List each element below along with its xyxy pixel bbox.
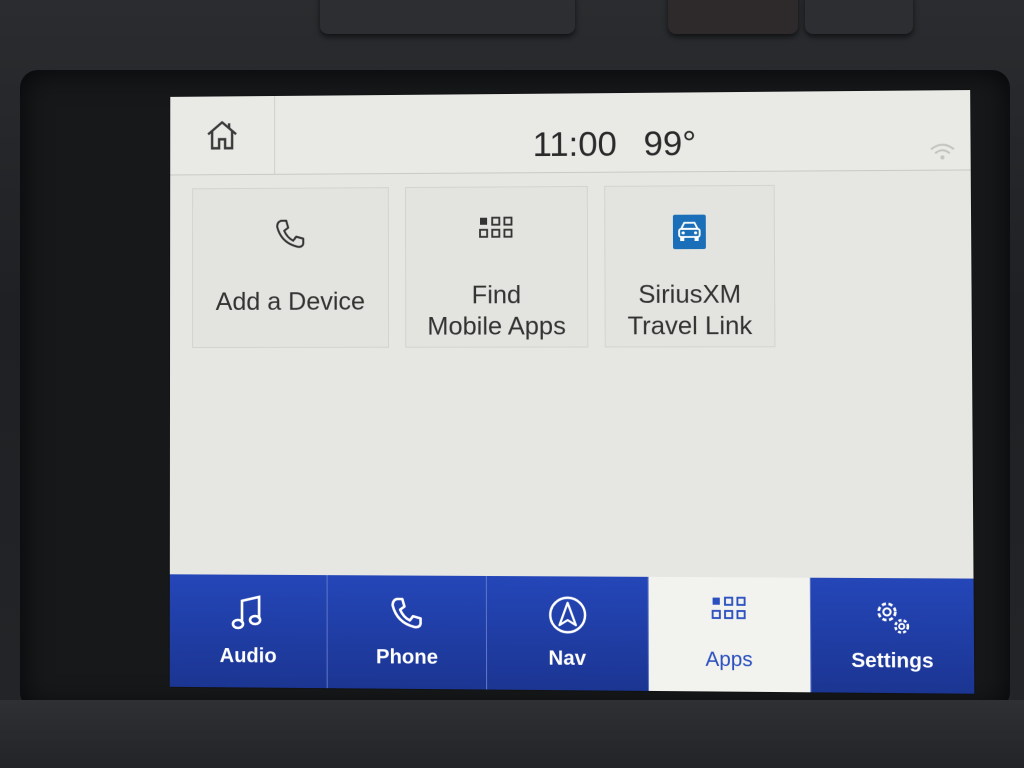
nav-navigation[interactable]: Nav — [487, 575, 649, 691]
infotainment-screen: 11:00 99° Add a Device Find Mobile Apps … — [169, 90, 975, 694]
phone-icon — [275, 219, 304, 248]
grid-icon — [479, 216, 514, 240]
car-dashboard: 11:00 99° Add a Device Find Mobile Apps … — [0, 0, 1024, 768]
car-icon — [672, 214, 706, 250]
nav-apps[interactable]: Apps — [648, 576, 812, 693]
navigation-arrow-icon — [547, 595, 588, 636]
outside-temperature: 99° — [643, 124, 697, 164]
clock: 11:00 — [532, 125, 617, 165]
nav-settings[interactable]: Settings — [810, 577, 975, 694]
tile-siriusxm-travel-link[interactable]: SiriusXM Travel Link — [604, 184, 776, 348]
status-bar: 11:00 99° — [170, 90, 971, 176]
gears-icon — [871, 596, 913, 637]
app-tiles: Add a Device Find Mobile Apps SiriusXM T… — [192, 184, 776, 348]
wifi-icon — [929, 141, 956, 160]
phone-icon — [389, 594, 426, 633]
apps-grid-icon — [711, 596, 746, 623]
traction-button — [805, 0, 913, 34]
music-note-icon — [231, 593, 265, 633]
dashboard-trim — [0, 700, 1024, 768]
tile-find-mobile-apps[interactable]: Find Mobile Apps — [405, 185, 589, 348]
home-button[interactable] — [170, 95, 276, 175]
tile-label: Add a Device — [215, 287, 366, 316]
tile-label: Find Mobile Apps — [427, 281, 566, 341]
hazard-button — [668, 0, 798, 34]
nav-audio[interactable]: Audio — [169, 574, 328, 689]
nav-phone[interactable]: Phone — [327, 575, 488, 690]
home-icon — [207, 121, 238, 150]
tile-add-device[interactable]: Add a Device — [192, 187, 390, 348]
status-readout: 11:00 99° — [533, 125, 697, 165]
bottom-nav-bar: Audio Phone Nav Apps Settings — [169, 574, 975, 694]
dashboard-button — [320, 0, 575, 34]
tile-label: SiriusXM Travel Link — [627, 280, 753, 341]
